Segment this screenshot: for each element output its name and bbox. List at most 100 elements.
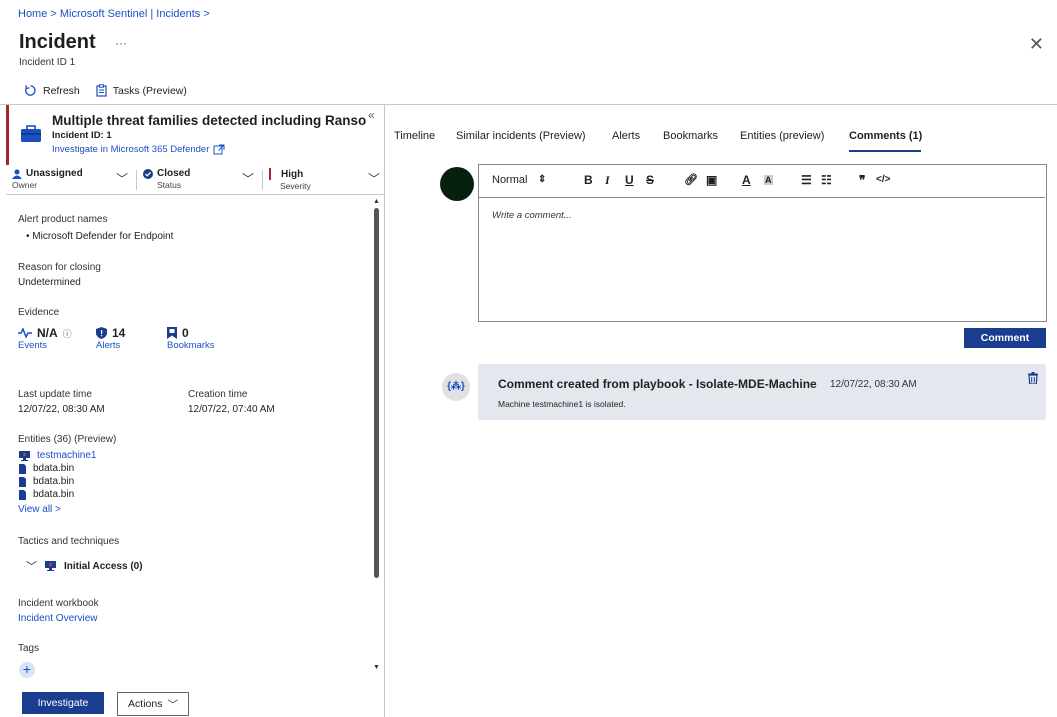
investigate-button[interactable]: Investigate xyxy=(22,692,104,714)
evidence-events[interactable]: N/A ⓘ Events xyxy=(18,326,72,351)
pulse-icon xyxy=(18,328,32,338)
active-tab-indicator xyxy=(849,150,921,152)
investigate-m365-link[interactable]: Investigate in Microsoft 365 Defender xyxy=(52,144,225,155)
scrollbar-thumb[interactable] xyxy=(374,208,379,578)
alert-products-label: Alert product names xyxy=(18,214,108,225)
format-select[interactable]: Normal xyxy=(492,174,527,186)
comment-card xyxy=(478,364,1046,420)
computer-icon xyxy=(19,450,30,461)
briefcase-icon xyxy=(21,125,41,142)
underline-icon[interactable]: U xyxy=(625,173,634,187)
alert-product-item: • Microsoft Defender for Endpoint xyxy=(26,231,174,242)
severity-chevron-down-icon[interactable]: ﹀ xyxy=(368,170,380,187)
code-icon[interactable]: </> xyxy=(876,174,890,185)
severity-label: Severity xyxy=(280,181,311,191)
last-update-label: Last update time xyxy=(18,389,92,400)
add-tag-button[interactable]: + xyxy=(19,662,35,678)
status-label: Status xyxy=(157,180,182,190)
entity-item[interactable]: bdata.bin xyxy=(19,488,96,501)
tags-label: Tags xyxy=(18,643,40,654)
shield-icon xyxy=(96,327,107,339)
tab-entities[interactable]: Entities (preview) xyxy=(740,130,824,142)
chevron-down-icon: ﹀ xyxy=(167,698,178,711)
breadcrumb[interactable]: Home > Microsoft Sentinel | Incidents > xyxy=(18,8,210,20)
highlight-icon[interactable]: A xyxy=(764,175,773,185)
link-icon[interactable]: 🔗︎ xyxy=(684,173,698,186)
comment-input-placeholder[interactable]: Write a comment... xyxy=(492,210,572,221)
reason-closing-label: Reason for closing xyxy=(18,262,101,273)
entities-label: Entities (36) (Preview) xyxy=(18,434,117,445)
clipboard-icon xyxy=(96,84,107,97)
tab-similar-incidents[interactable]: Similar incidents (Preview) xyxy=(456,130,586,142)
numbered-list-icon[interactable]: ☷ xyxy=(821,173,832,187)
entity-item[interactable]: bdata.bin xyxy=(19,462,96,475)
owner-value: Unassigned xyxy=(26,168,83,179)
command-bar: Refresh Tasks (Preview) xyxy=(24,84,187,97)
workbook-link[interactable]: Incident Overview xyxy=(18,613,97,624)
tactic-label: Initial Access (0) xyxy=(64,560,143,572)
entity-item[interactable]: testmachine1 xyxy=(19,449,96,462)
investigate-m365-label: Investigate in Microsoft 365 Defender xyxy=(52,144,210,155)
bold-icon[interactable]: B xyxy=(584,173,593,187)
severity-dropdown[interactable]: High Severity xyxy=(269,168,311,194)
scroll-down-icon[interactable]: ▼ xyxy=(373,664,380,671)
tasks-button[interactable]: Tasks (Preview) xyxy=(96,84,187,97)
strikethrough-icon[interactable]: S xyxy=(646,173,654,187)
entities-list: testmachine1 bdata.bin bdata.bin bdata.b… xyxy=(19,449,96,501)
entity-name: bdata.bin xyxy=(33,476,75,487)
tab-comments[interactable]: Comments (1) xyxy=(849,130,922,142)
owner-chevron-down-icon[interactable]: ﹀ xyxy=(116,170,128,187)
severity-marker xyxy=(269,168,271,180)
evidence-alerts[interactable]: 14 Alerts xyxy=(96,326,125,351)
select-arrows-icon[interactable]: ⇕ xyxy=(538,174,546,185)
status-dropdown[interactable]: Closed Status xyxy=(143,168,190,194)
close-button[interactable]: ✕ xyxy=(1029,34,1044,55)
comment-timestamp: 12/07/22, 08:30 AM xyxy=(830,379,917,390)
bullet-list-icon[interactable]: ☰ xyxy=(801,173,812,187)
italic-icon[interactable]: I xyxy=(605,173,610,188)
alerts-value: 14 xyxy=(112,326,126,340)
info-icon[interactable]: ⓘ xyxy=(63,327,72,340)
playbook-icon: {⁂} xyxy=(442,373,470,401)
avatar xyxy=(440,167,474,201)
more-options-icon[interactable]: ··· xyxy=(115,36,127,50)
editor-toolbar: Normal ⇕ B I U S 🔗︎ ▣ A A ☰ ☷ ❞ </> xyxy=(478,164,1045,198)
entity-item[interactable]: bdata.bin xyxy=(19,475,96,488)
scroll-up-icon[interactable]: ▲ xyxy=(373,198,380,205)
bookmark-icon xyxy=(167,327,177,339)
tab-alerts[interactable]: Alerts xyxy=(612,130,640,142)
refresh-icon xyxy=(25,85,36,96)
tab-bookmarks[interactable]: Bookmarks xyxy=(663,130,718,142)
actions-button[interactable]: Actions ﹀ xyxy=(117,692,189,716)
incident-title: Multiple threat families detected includ… xyxy=(52,113,367,128)
creation-time-label: Creation time xyxy=(188,389,248,400)
divider xyxy=(262,170,263,190)
image-icon[interactable]: ▣ xyxy=(706,173,717,187)
chevron-down-icon[interactable]: ﹀ xyxy=(26,558,37,574)
last-update-value: 12/07/22, 08:30 AM xyxy=(18,404,105,415)
external-link-icon xyxy=(213,144,225,155)
comment-title: Comment created from playbook - Isolate-… xyxy=(498,377,817,391)
tasks-label: Tasks (Preview) xyxy=(112,84,187,97)
trash-icon[interactable] xyxy=(1028,372,1038,384)
divider xyxy=(136,170,137,190)
comment-submit-button[interactable]: Comment xyxy=(964,328,1046,348)
status-chevron-down-icon[interactable]: ﹀ xyxy=(242,170,254,187)
file-icon xyxy=(19,489,26,500)
person-icon xyxy=(12,169,22,179)
tactic-item[interactable]: ﹀ Initial Access (0) xyxy=(26,558,143,574)
bookmarks-value: 0 xyxy=(182,326,189,340)
evidence-bookmarks[interactable]: 0 Bookmarks xyxy=(167,326,215,351)
font-color-icon[interactable]: A xyxy=(742,173,751,187)
owner-label: Owner xyxy=(12,180,38,190)
tab-timeline[interactable]: Timeline xyxy=(394,130,435,142)
refresh-button[interactable]: Refresh xyxy=(24,84,80,97)
collapse-panel-icon[interactable]: « xyxy=(368,108,375,122)
view-all-link[interactable]: View all > xyxy=(18,504,61,515)
events-value: N/A xyxy=(37,326,58,340)
quote-icon[interactable]: ❞ xyxy=(859,173,865,187)
page-subtitle: Incident ID 1 xyxy=(19,57,76,68)
owner-dropdown[interactable]: Unassigned Owner xyxy=(12,168,83,194)
bookmarks-label: Bookmarks xyxy=(167,340,215,351)
actions-label: Actions xyxy=(128,698,163,710)
